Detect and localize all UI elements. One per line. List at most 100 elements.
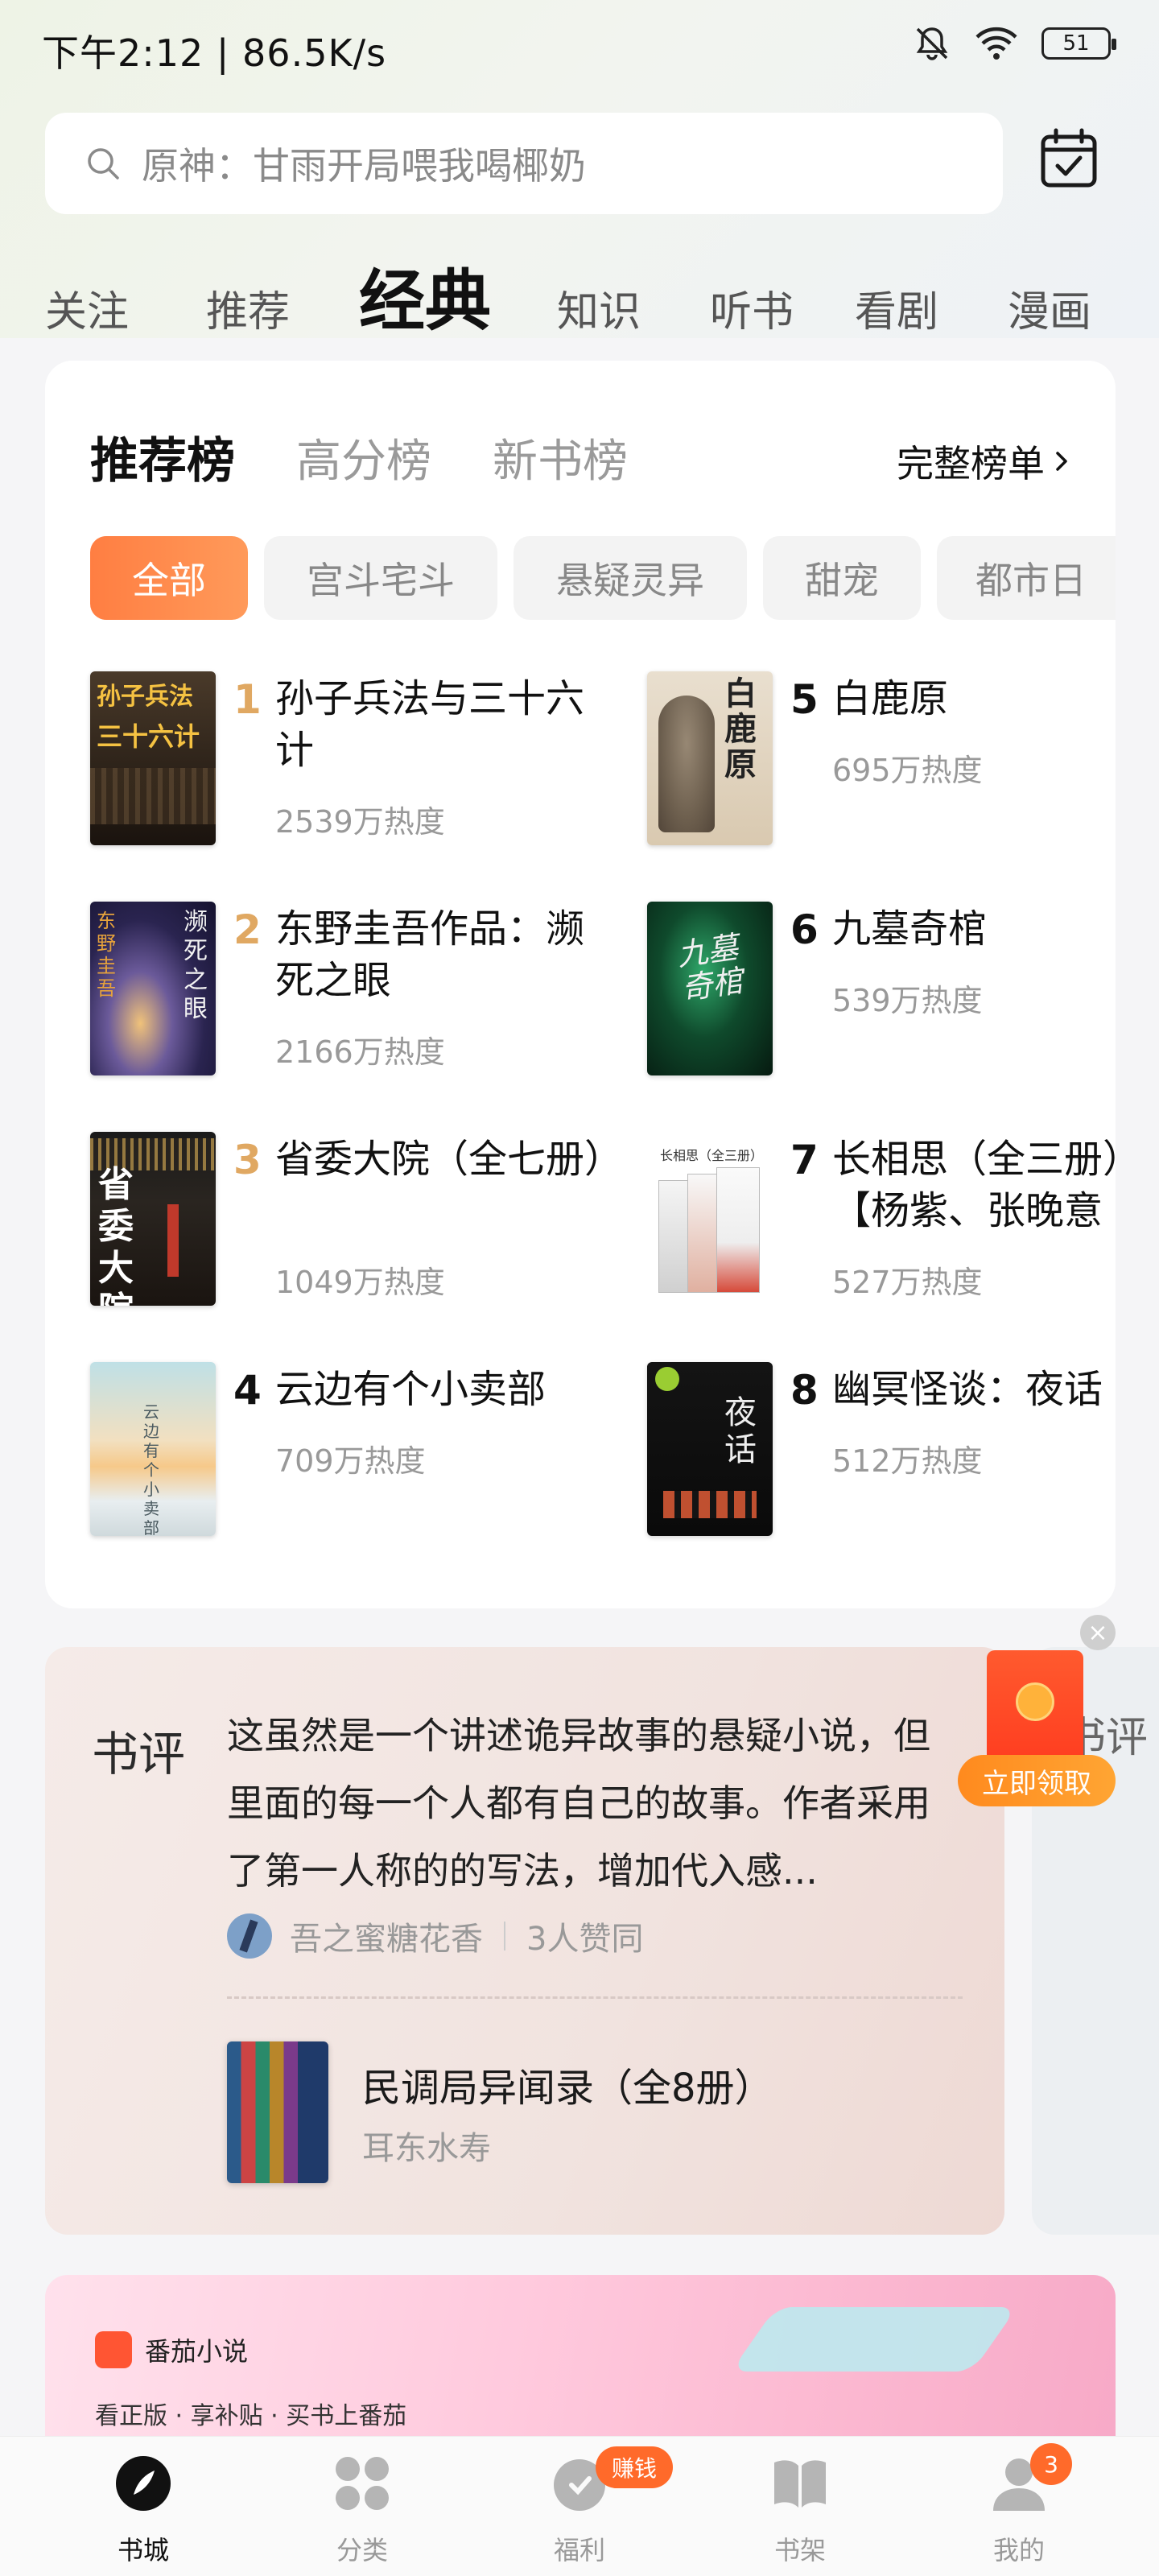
review-book-title: 民调局异闻录（全8册）	[362, 2066, 773, 2111]
book-cover: 长相思（全三册）	[647, 1132, 773, 1306]
book-title: 长相思（全三册）【杨紫、张晚意	[832, 1137, 1116, 1233]
close-icon[interactable]: ×	[1080, 1615, 1116, 1650]
ranking-card: 推荐榜 高分榜 新书榜 完整榜单 全部 宫斗宅斗 悬疑灵异 甜宠 都市日 孙子兵…	[45, 361, 1116, 1608]
book-rank: 7	[790, 1137, 819, 1183]
claim-now-button[interactable]: 立即领取	[958, 1755, 1116, 1806]
chip-suspense[interactable]: 悬疑灵异	[514, 536, 747, 620]
review-book-author: 耳东水寿	[362, 2130, 491, 2167]
chip-all[interactable]: 全部	[90, 536, 248, 620]
cover-title: 九墓奇棺	[674, 929, 745, 1007]
search-input[interactable]: 原神：甘雨开局喂我喝椰奶	[45, 113, 1003, 214]
search-icon	[88, 148, 119, 180]
book-title: 云边有个小卖部	[275, 1367, 547, 1412]
avatar	[227, 1913, 272, 1959]
tab-audiobook[interactable]: 听书	[710, 278, 794, 338]
book-item[interactable]: 白鹿原 5 白鹿原 695万热度	[647, 671, 1116, 857]
book-rank: 8	[790, 1367, 819, 1414]
mute-bell-icon	[916, 27, 948, 60]
bottom-navigation: 书城 分类 福利 赚钱 书架 我的 3	[0, 2436, 1159, 2576]
book-rank: 1	[233, 676, 262, 723]
book-heat: 2166万热度	[275, 1034, 445, 1070]
book-item[interactable]: 濒死之眼 东野圭吾 2 东野圭吾作品：濒死之眼 2166万热度	[90, 902, 589, 1087]
tab-drama[interactable]: 看剧	[855, 278, 938, 338]
book-title: 孙子兵法与三十六计	[275, 676, 585, 773]
red-packet-icon[interactable]	[987, 1650, 1083, 1771]
cover-title: 孙子兵法	[97, 683, 193, 711]
reviewer-info: 吾之蜜糖花香 3人赞同	[227, 1913, 643, 1959]
book-heat: 709万热度	[275, 1443, 426, 1479]
nav-mine[interactable]: 我的 3	[963, 2443, 1075, 2567]
book-rank: 2	[233, 906, 262, 953]
book-rank: 3	[233, 1137, 262, 1183]
notification-badge: 3	[1030, 2443, 1072, 2485]
nav-label: 我的	[992, 2535, 1045, 2566]
book-item[interactable]: 云边有个小卖部 4 云边有个小卖部 709万热度	[90, 1362, 589, 1547]
banner-decoration	[730, 2307, 1018, 2372]
nav-bookstore[interactable]: 书城	[87, 2454, 200, 2567]
wifi-icon	[975, 27, 1017, 60]
nav-label: 分类	[336, 2535, 388, 2566]
book-item[interactable]: 九墓奇棺 6 九墓奇棺 539万热度	[647, 902, 1116, 1087]
tomato-logo-icon	[95, 2331, 132, 2368]
tab-recommend[interactable]: 推荐	[206, 278, 290, 338]
full-list-label: 完整榜单	[897, 442, 1045, 485]
tab-high-score-rank[interactable]: 高分榜	[296, 425, 431, 490]
book-rank: 5	[790, 676, 819, 723]
book-heat: 695万热度	[832, 753, 983, 788]
book-cover: 云边有个小卖部	[90, 1362, 216, 1536]
tab-new-book-rank[interactable]: 新书榜	[493, 425, 628, 490]
category-chips: 全部 宫斗宅斗 悬疑灵异 甜宠 都市日	[90, 536, 1116, 623]
main-tabs: 关注 推荐 经典 知识 听书 看剧 漫画	[45, 242, 1116, 340]
nav-bookshelf[interactable]: 书架	[744, 2454, 856, 2567]
coin-icon	[1016, 1682, 1054, 1721]
book-cover: 夜话	[647, 1362, 773, 1536]
cover-title: 云边有个小卖部	[143, 1402, 159, 1536]
cover-author: 东野圭吾	[97, 910, 116, 1000]
book-title: 省委大院（全七册）	[275, 1137, 624, 1182]
tab-follow[interactable]: 关注	[45, 278, 129, 338]
nav-label: 书城	[117, 2535, 169, 2566]
book-title: 幽冥怪谈：夜话	[832, 1367, 1103, 1412]
book-item[interactable]: 省委大院 3 省委大院（全七册） 1049万热度	[90, 1132, 623, 1317]
book-title: 白鹿原	[832, 676, 949, 721]
book-title: 东野圭吾作品：濒死之眼	[275, 906, 585, 1003]
status-icons: 51	[913, 24, 1116, 63]
chip-palace[interactable]: 宫斗宅斗	[264, 536, 497, 620]
cover-subtitle: 三十六计	[97, 721, 200, 752]
nav-welfare[interactable]: 福利 赚钱	[523, 2446, 673, 2567]
earn-badge: 赚钱	[596, 2446, 673, 2488]
chip-sweet[interactable]: 甜宠	[763, 536, 921, 620]
book-cover: 白鹿原	[647, 671, 773, 845]
full-list-link[interactable]: 完整榜单	[897, 435, 1070, 488]
cover-title: 濒死之眼	[184, 908, 208, 1023]
nav-label: 书架	[773, 2535, 826, 2566]
tab-recommend-rank[interactable]: 推荐榜	[90, 422, 235, 492]
book-rank: 4	[233, 1367, 262, 1414]
book-item[interactable]: 长相思（全三册） 7 长相思（全三册）【杨紫、张晚意 527万热度	[647, 1132, 1116, 1317]
bookstore-icon	[116, 2456, 171, 2511]
book-heat: 2539万热度	[275, 804, 445, 840]
status-bar: 下午2:12 | 86.5K/s 51	[0, 0, 1159, 97]
book-item[interactable]: 夜话 8 幽冥怪谈：夜话 512万热度	[647, 1362, 1116, 1547]
chevron-right-icon	[1056, 452, 1067, 471]
search-placeholder: 原神：甘雨开局喂我喝椰奶	[142, 144, 586, 188]
review-likes: 3人赞同	[526, 1921, 644, 1958]
banner-brand-name: 番茄小说	[145, 2336, 249, 2367]
tab-knowledge[interactable]: 知识	[557, 278, 641, 338]
banner-slogan: 看正版 · 享补贴 · 买书上番茄	[95, 2402, 407, 2430]
book-cover: 濒死之眼 东野圭吾	[90, 902, 216, 1075]
banner-brand: 番茄小说	[95, 2331, 248, 2368]
book-cover: 孙子兵法 三十六计	[90, 671, 216, 845]
tab-classic[interactable]: 经典	[359, 247, 491, 343]
chip-urban[interactable]: 都市日	[937, 536, 1116, 620]
book-heat: 1049万热度	[275, 1265, 445, 1300]
review-card[interactable]: 书评 这虽然是一个讲述诡异故事的悬疑小说，但里面的每一个人都有自己的故事。作者采…	[45, 1647, 1004, 2235]
book-heat: 527万热度	[832, 1265, 983, 1300]
book-cover	[227, 2041, 328, 2183]
cover-title: 夜话	[724, 1394, 757, 1468]
tab-comics[interactable]: 漫画	[1008, 278, 1091, 338]
book-item[interactable]: 孙子兵法 三十六计 1 孙子兵法与三十六计 2539万热度	[90, 671, 589, 857]
calendar-check-icon[interactable]	[1037, 127, 1101, 192]
nav-category[interactable]: 分类	[306, 2454, 419, 2567]
battery-level: 51	[1062, 31, 1090, 56]
